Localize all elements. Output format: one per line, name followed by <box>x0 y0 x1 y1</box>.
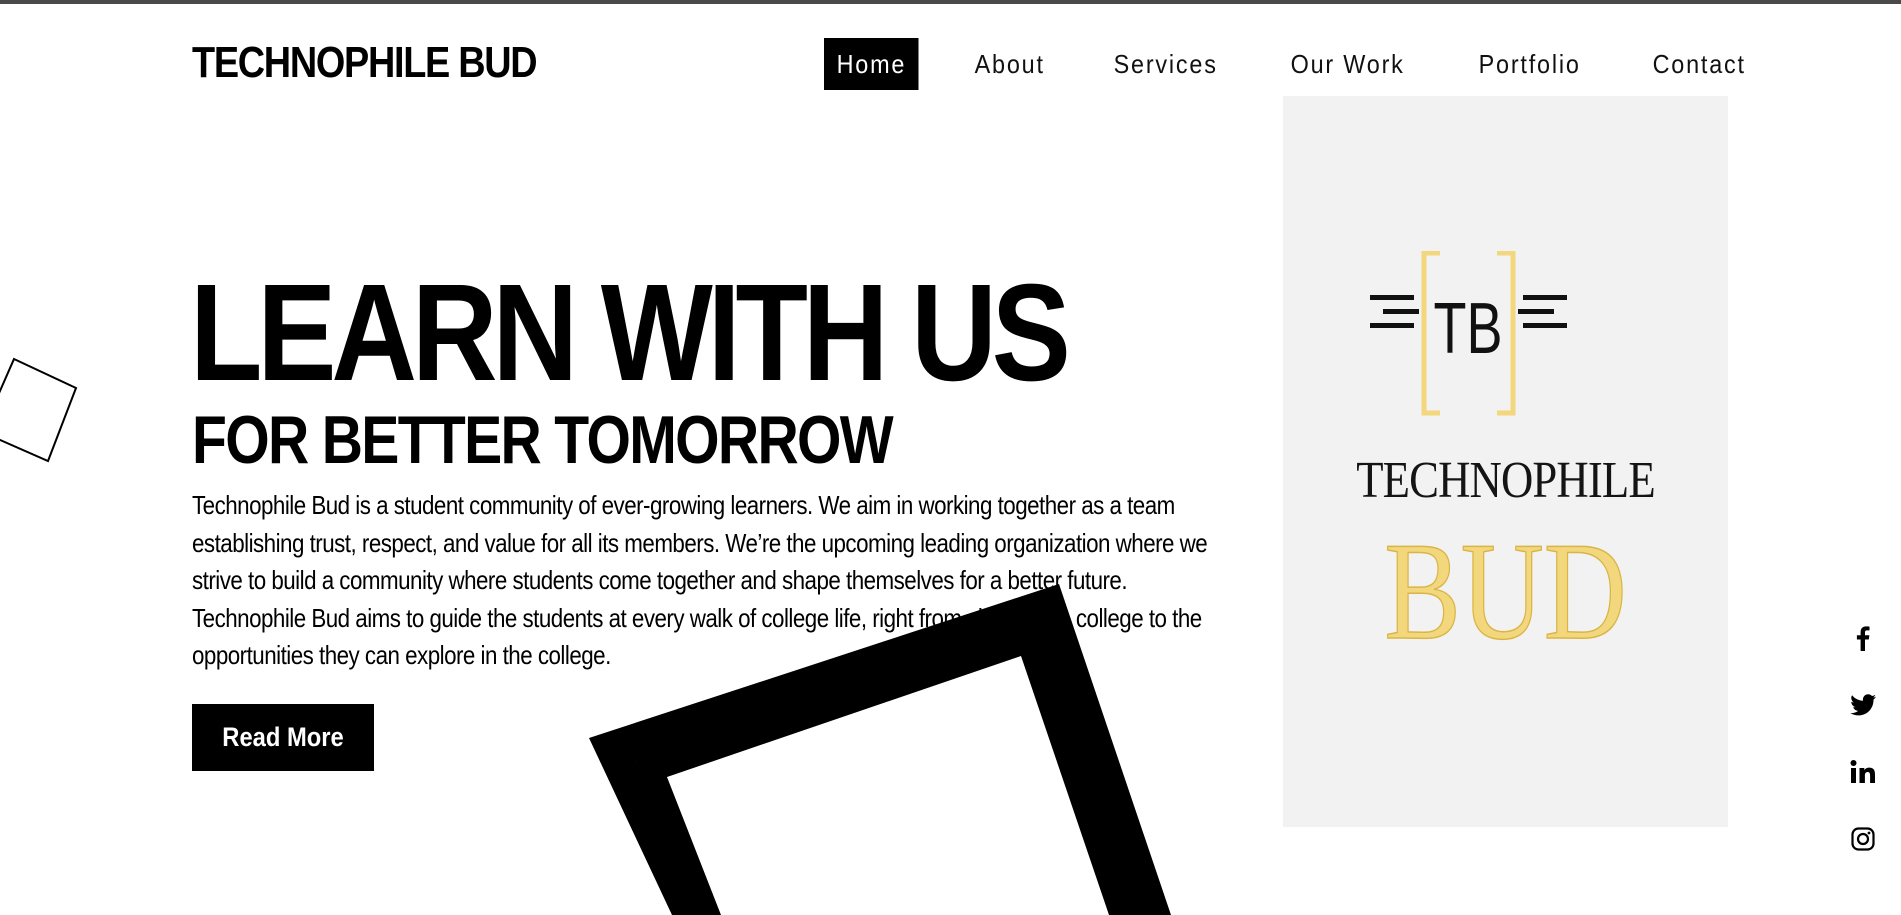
logo-mark-text: TB <box>1434 289 1503 369</box>
logo-word-bud: BUD <box>1384 514 1628 669</box>
nav-item-contact[interactable]: Contact <box>1640 38 1758 90</box>
nav-item-our-work[interactable]: Our Work <box>1278 38 1417 90</box>
decorative-square-small <box>0 357 78 463</box>
nav-item-services[interactable]: Services <box>1101 38 1230 90</box>
logo-image: TB TECHNOPHILE BUD <box>1283 96 1728 827</box>
nav-item-portfolio[interactable]: Portfolio <box>1466 38 1593 90</box>
facebook-icon <box>1856 626 1870 651</box>
logo-word-technophile: TECHNOPHILE <box>1356 452 1655 509</box>
nav-item-home[interactable]: Home <box>824 38 919 90</box>
top-border <box>0 0 1901 4</box>
twitter-icon <box>1850 694 1876 716</box>
read-more-label: Read More <box>222 722 344 752</box>
social-bar <box>1845 620 1881 888</box>
tb-logo-mark: TB <box>1370 251 1567 416</box>
instagram-link[interactable] <box>1845 821 1881 857</box>
hero-subheadline: FOR BETTER TOMORROW <box>192 402 894 479</box>
facebook-link[interactable] <box>1845 620 1881 656</box>
read-more-button[interactable]: Read More <box>192 704 374 771</box>
hero-description: Technophile Bud is a student community o… <box>192 490 1208 670</box>
twitter-link[interactable] <box>1845 687 1881 723</box>
linkedin-link[interactable] <box>1845 754 1881 790</box>
linkedin-icon <box>1850 760 1875 783</box>
site-brand[interactable]: TECHNOPHILE BUD <box>192 38 538 88</box>
main-nav: Home About Services Our Work Portfolio C… <box>824 38 1805 90</box>
nav-item-about[interactable]: About <box>962 38 1057 90</box>
hero-headline: LEARN WITH US <box>190 256 1071 411</box>
instagram-icon <box>1851 827 1875 851</box>
